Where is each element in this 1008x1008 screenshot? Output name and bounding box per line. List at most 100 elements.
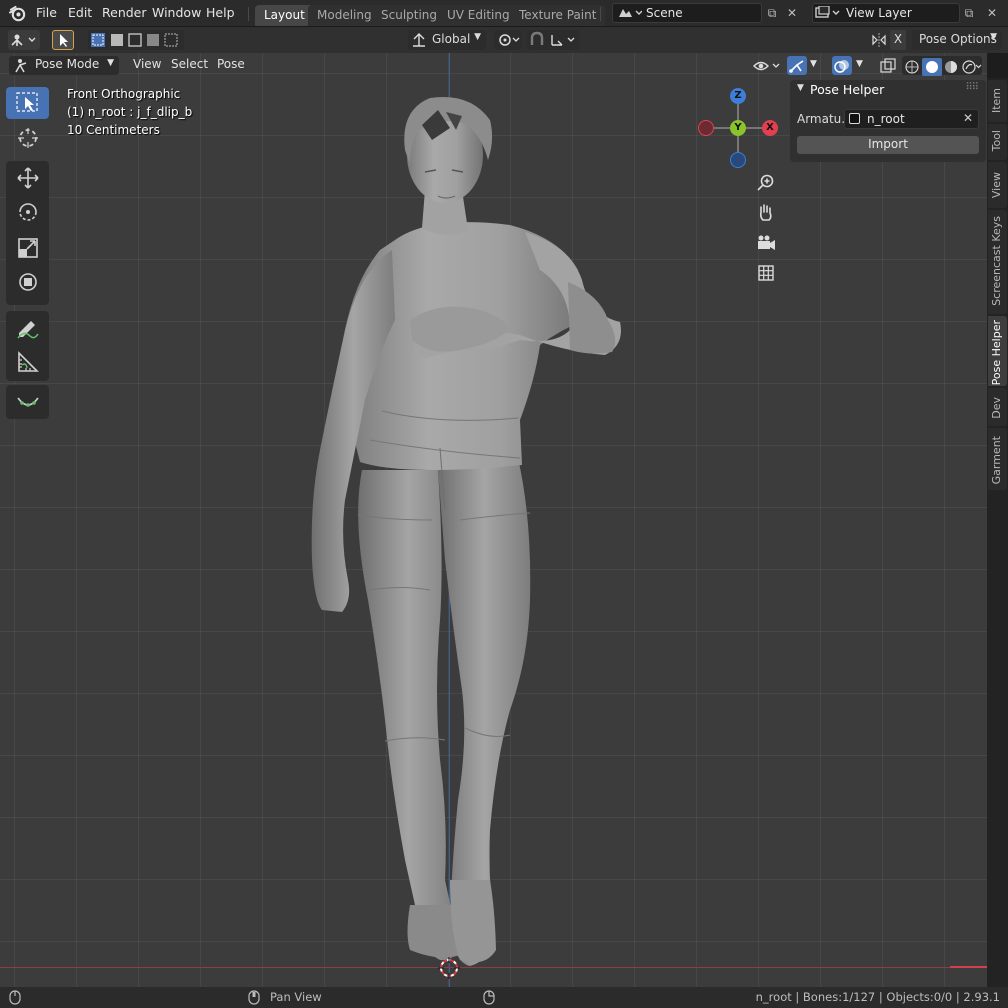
tab-uv-editing[interactable]: UV Editing (438, 5, 519, 26)
gizmo-icon (789, 60, 804, 73)
tab-texture-paint[interactable]: Texture Paint (510, 5, 606, 26)
xray-toggle[interactable] (879, 56, 897, 75)
gizmo-neg-z-axis[interactable] (730, 152, 746, 168)
pivot-point-dropdown[interactable] (494, 30, 522, 50)
menu-window[interactable]: Window (152, 5, 201, 20)
chevron-down-icon[interactable]: ▼ (856, 58, 870, 77)
sidebar-tabs: Item Tool View Screencast Keys Pose Help… (987, 78, 1008, 987)
collapse-arrow-icon[interactable]: ▼ (797, 83, 804, 93)
annotate-tool[interactable] (6, 311, 49, 343)
panel-title[interactable]: Pose Helper (810, 82, 884, 97)
new-view-layer-icon[interactable]: ⧉ (960, 4, 978, 22)
tab-dev[interactable]: Dev (988, 388, 1007, 426)
rotate-tool[interactable] (6, 195, 49, 227)
selection-mode-icons (91, 33, 178, 47)
import-button[interactable]: Import (797, 136, 979, 154)
gizmo-x-axis[interactable]: X (762, 120, 778, 136)
3d-cursor-icon[interactable] (437, 956, 461, 980)
tab-view-label: View (990, 172, 1003, 199)
tab-pose-helper[interactable]: Pose Helper (988, 316, 1007, 386)
gizmo-neg-x-axis[interactable] (698, 120, 714, 136)
shading-icons (905, 58, 982, 76)
xray-icon (880, 58, 896, 73)
scale-icon (18, 238, 38, 258)
close-icon[interactable]: ✕ (983, 4, 1001, 22)
clear-field-icon[interactable]: ✕ (963, 111, 973, 125)
menu-render[interactable]: Render (102, 5, 147, 20)
chevron-down-icon[interactable]: ▼ (810, 58, 824, 77)
character-model[interactable] (0, 53, 987, 987)
blender-logo-icon[interactable] (8, 4, 27, 23)
close-icon[interactable]: ✕ (783, 4, 801, 22)
viewport-header: Pose Mode ▼ View Select Pose ▼ ▼ (0, 53, 987, 78)
select-tool-button[interactable] (52, 30, 74, 50)
transform-orientation-dropdown[interactable]: Global ▼ (408, 30, 486, 50)
3d-viewport[interactable]: Pose Mode ▼ View Select Pose ▼ ▼ Front O… (0, 53, 987, 987)
tab-item-label: Item (990, 88, 1003, 114)
tab-garment[interactable]: Garment (988, 428, 1007, 490)
gizmo-z-axis[interactable]: Z (730, 88, 746, 104)
tab-pose-helper-label: Pose Helper (990, 320, 1003, 386)
menu-select[interactable]: Select (171, 56, 208, 75)
tab-screencast-keys[interactable]: Screencast Keys (988, 210, 1007, 314)
shading-mode-group[interactable] (902, 56, 982, 76)
pan-button[interactable] (754, 201, 778, 225)
mouse-left-icon (9, 990, 21, 1005)
overlays-toggle[interactable] (832, 56, 852, 75)
move-icon (17, 167, 39, 189)
chevron-down-icon: ▼ (107, 58, 114, 68)
move-tool[interactable] (6, 161, 49, 193)
gizmo-toggle[interactable] (787, 56, 807, 75)
view-layer-icon[interactable] (815, 6, 841, 20)
status-bar: Pan View n_root | Bones:1/127 | Objects:… (0, 987, 1008, 1008)
tab-view[interactable]: View (988, 162, 1007, 208)
visibility-dropdown[interactable] (752, 56, 782, 75)
pose-options-dropdown[interactable]: Pose Options ▼ (912, 30, 1002, 50)
pencil-icon (17, 321, 39, 339)
menu-view[interactable]: View (133, 56, 161, 75)
mode-label: Pose Mode (35, 57, 100, 71)
menu-pose[interactable]: Pose (217, 56, 245, 75)
pose-mode-icon (15, 59, 27, 73)
hand-icon (759, 204, 772, 221)
perspective-toggle-button[interactable] (754, 261, 778, 285)
new-scene-icon[interactable]: ⧉ (763, 4, 781, 22)
scene-icon[interactable] (616, 6, 642, 20)
tab-layout[interactable]: Layout (255, 5, 314, 26)
tab-tool[interactable]: Tool (988, 124, 1007, 160)
cursor-tool[interactable] (6, 121, 49, 153)
menu-edit[interactable]: Edit (68, 5, 92, 20)
measure-tool[interactable] (6, 345, 49, 377)
separator (600, 7, 601, 21)
tab-sculpting[interactable]: Sculpting (372, 5, 447, 26)
tab-dev-label: Dev (990, 397, 1003, 419)
snap-group[interactable] (527, 30, 579, 50)
zoom-button[interactable] (754, 171, 778, 195)
mouse-middle-icon (248, 990, 260, 1005)
rotate-icon (19, 203, 37, 221)
tab-garment-label: Garment (990, 436, 1003, 485)
3d-cursor-tool-icon (18, 128, 38, 148)
drag-handle-icon[interactable]: ⠿⠿ (965, 82, 979, 93)
select-box-icon (16, 92, 38, 112)
gizmo-y-axis[interactable]: Y (730, 120, 746, 136)
armature-field[interactable]: n_root ✕ (844, 109, 979, 129)
separator (248, 7, 249, 21)
editor-type-button[interactable] (8, 30, 40, 50)
select-box-tool[interactable] (6, 87, 49, 119)
menu-help[interactable]: Help (206, 5, 235, 20)
transform-tool[interactable] (6, 265, 49, 297)
menu-file[interactable]: File (36, 5, 57, 20)
tab-item[interactable]: Item (988, 80, 1007, 122)
top-bar: File Edit Render Window Help Layout Mode… (0, 0, 1008, 27)
scale-tool[interactable] (6, 231, 49, 263)
x-mirror-toggle[interactable]: X (870, 30, 906, 50)
mode-dropdown[interactable]: Pose Mode ▼ (9, 56, 119, 75)
tab-screencast-keys-label: Screencast Keys (990, 216, 1003, 306)
tab-tool-label: Tool (990, 130, 1003, 152)
tab-modeling[interactable]: Modeling (308, 5, 381, 26)
chevron-down-icon: ▼ (990, 32, 997, 42)
camera-view-button[interactable] (754, 231, 778, 255)
relax-pose-tool[interactable] (6, 385, 49, 417)
active-object-info: (1) n_root : j_f_dlip_b (67, 105, 193, 119)
